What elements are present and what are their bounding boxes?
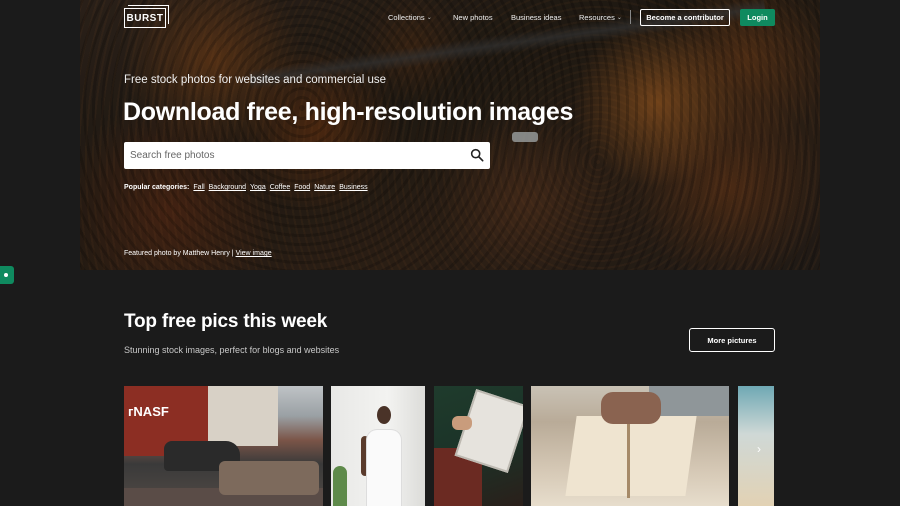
photo-thumbnail-magazine[interactable] <box>434 386 523 506</box>
photo-thumbnail-woman-white[interactable] <box>331 386 425 506</box>
hero-tagline: Free stock photos for websites and comme… <box>124 74 387 86</box>
search-bar[interactable] <box>124 142 490 169</box>
category-link-nature[interactable]: Nature <box>314 184 335 191</box>
chevron-down-icon: ⌄ <box>426 15 432 21</box>
hero-headline: Download free, high-resolution images <box>123 98 574 126</box>
category-link-yoga[interactable]: Yoga <box>250 184 266 191</box>
chevron-down-icon: ⌄ <box>616 15 622 21</box>
photo-thumbnail-partial[interactable] <box>738 386 774 506</box>
category-link-business[interactable]: Business <box>339 184 367 191</box>
photo-thumbnail-open-book[interactable] <box>531 386 729 506</box>
category-link-background[interactable]: Background <box>209 184 246 191</box>
photo-thumbnail-street-cars[interactable]: ᴦNASF <box>124 386 323 506</box>
section-title: Top free pics this week <box>124 311 328 332</box>
category-link-coffee[interactable]: Coffee <box>270 184 291 191</box>
nav-resources[interactable]: Resources ⌄ <box>579 13 622 22</box>
search-icon[interactable] <box>470 148 484 162</box>
popular-categories: Popular categories: Fall Background Yoga… <box>124 184 368 191</box>
search-input[interactable] <box>130 146 460 165</box>
category-link-fall[interactable]: Fall <box>193 184 204 191</box>
login-button[interactable]: Login <box>740 9 775 26</box>
arrow-right-icon[interactable]: › <box>757 442 761 456</box>
category-link-food[interactable]: Food <box>294 184 310 191</box>
burst-logo[interactable]: BURST <box>124 5 169 28</box>
section-subtitle: Stunning stock images, perfect for blogs… <box>124 345 340 355</box>
featured-credit: Featured photo by Matthew Henry | View i… <box>124 250 272 257</box>
more-pictures-button[interactable]: More pictures <box>689 328 775 352</box>
nav-divider <box>630 10 631 24</box>
nav-business-ideas[interactable]: Business ideas <box>511 13 561 22</box>
view-image-link[interactable]: View image <box>236 250 272 257</box>
side-widget-tab[interactable] <box>0 266 14 284</box>
become-contributor-button[interactable]: Become a contributor <box>640 9 730 26</box>
nav-collections[interactable]: Collections ⌄ <box>388 13 432 22</box>
hero-banner <box>80 0 820 270</box>
nav-new-photos[interactable]: New photos <box>453 13 493 22</box>
